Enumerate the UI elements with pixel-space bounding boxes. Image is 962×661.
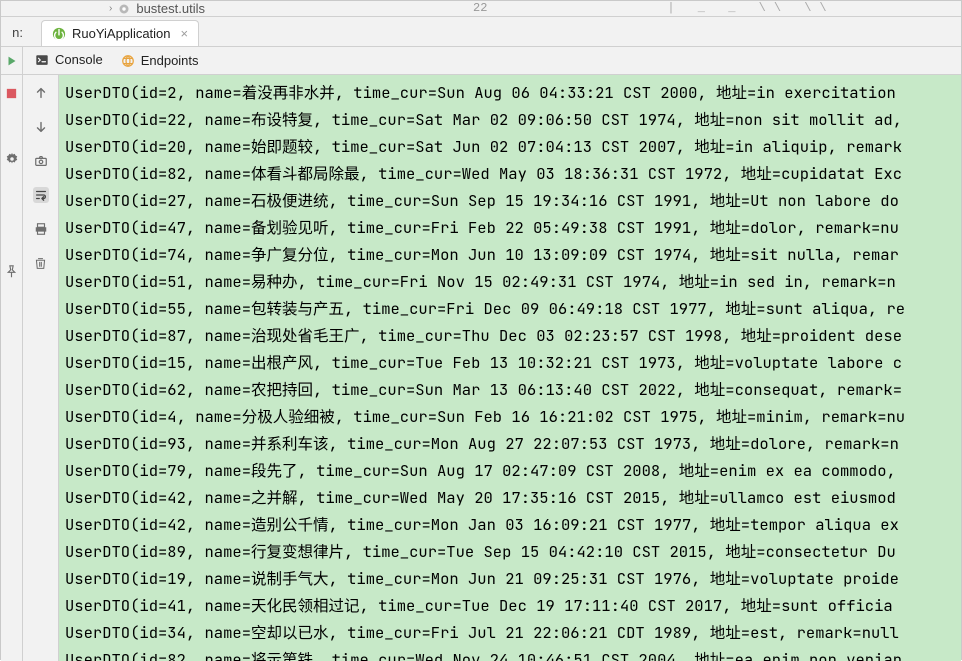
tab-endpoints[interactable]: Endpoints <box>121 53 199 68</box>
breadcrumb-text: bustest.utils <box>136 1 205 16</box>
clear-button[interactable] <box>33 255 49 271</box>
run-config-tab[interactable]: RuoYiApplication × <box>41 20 199 46</box>
scroll-down-button[interactable] <box>33 119 49 135</box>
sidebar-far-left <box>1 75 23 661</box>
chevron-right-icon: › <box>109 3 112 14</box>
close-icon[interactable]: × <box>181 26 189 41</box>
screenshot-button[interactable] <box>33 153 49 169</box>
spring-boot-icon <box>52 27 66 41</box>
editor-gutter-fragment: 22 | _ _ \\ \\ <box>461 1 961 16</box>
run-panel-body: UserDTO(id=2, name=着没再非水并, time_cur=Sun … <box>1 75 961 661</box>
print-button[interactable] <box>33 221 49 237</box>
console-output[interactable]: UserDTO(id=2, name=着没再非水并, time_cur=Sun … <box>59 75 961 661</box>
rerun-gutter <box>1 47 23 74</box>
stop-button[interactable] <box>4 85 20 101</box>
pin-button[interactable] <box>4 263 20 279</box>
editor-breadcrumb-bar: › bustest.utils 22 | _ _ \\ \\ <box>1 1 961 17</box>
tab-endpoints-label: Endpoints <box>141 53 199 68</box>
sidebar-console-actions <box>23 75 59 661</box>
run-tab-bar: n: RuoYiApplication × <box>1 17 961 47</box>
rerun-button[interactable] <box>4 53 20 69</box>
run-section-label: n: <box>1 25 23 46</box>
run-config-title: RuoYiApplication <box>72 26 171 41</box>
console-text: UserDTO(id=2, name=着没再非水并, time_cur=Sun … <box>59 75 961 661</box>
package-icon <box>118 3 130 15</box>
ascii-art-fragment: | _ _ \\ \\ <box>667 1 834 16</box>
console-icon <box>35 53 49 67</box>
scroll-up-button[interactable] <box>33 85 49 101</box>
soft-wrap-button[interactable] <box>33 187 49 203</box>
tab-console-label: Console <box>55 52 103 67</box>
breadcrumb[interactable]: › bustest.utils <box>1 1 461 16</box>
settings-button[interactable] <box>4 151 20 167</box>
run-tool-tabs: Console Endpoints <box>1 47 961 75</box>
line-number: 22 <box>473 1 487 16</box>
endpoints-icon <box>121 54 135 68</box>
tab-console[interactable]: Console <box>35 52 103 69</box>
